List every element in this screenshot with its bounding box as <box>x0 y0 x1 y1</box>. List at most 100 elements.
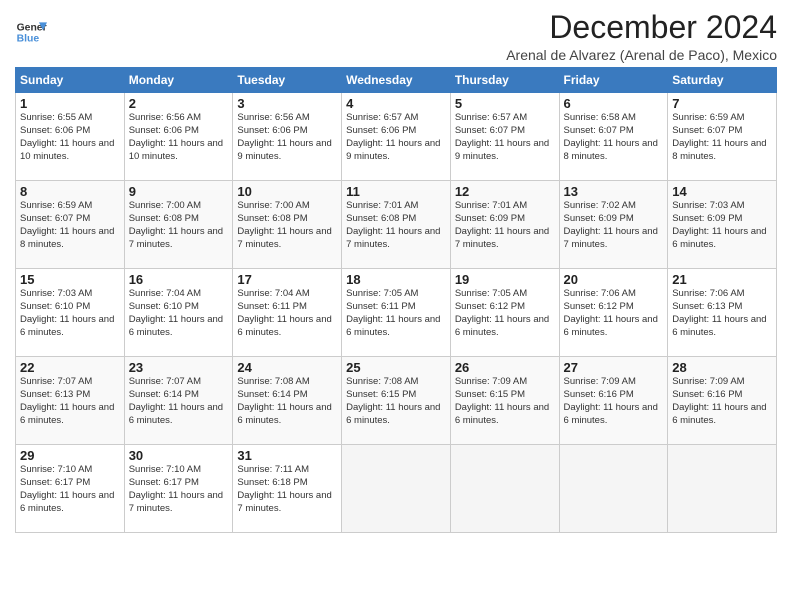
calendar-cell: 8Sunrise: 6:59 AMSunset: 6:07 PMDaylight… <box>16 181 125 269</box>
day-number: 13 <box>564 184 664 199</box>
col-header-wednesday: Wednesday <box>342 68 451 93</box>
col-header-saturday: Saturday <box>668 68 777 93</box>
cell-info: Sunrise: 7:09 AMSunset: 6:15 PMDaylight:… <box>455 376 555 427</box>
cell-info: Sunrise: 7:04 AMSunset: 6:10 PMDaylight:… <box>129 288 229 339</box>
day-number: 2 <box>129 96 229 111</box>
cell-info: Sunrise: 6:57 AMSunset: 6:07 PMDaylight:… <box>455 112 555 163</box>
cell-info: Sunrise: 7:04 AMSunset: 6:11 PMDaylight:… <box>237 288 337 339</box>
calendar-cell: 21Sunrise: 7:06 AMSunset: 6:13 PMDayligh… <box>668 269 777 357</box>
day-number: 26 <box>455 360 555 375</box>
calendar-cell: 11Sunrise: 7:01 AMSunset: 6:08 PMDayligh… <box>342 181 451 269</box>
day-number: 11 <box>346 184 446 199</box>
calendar-cell: 16Sunrise: 7:04 AMSunset: 6:10 PMDayligh… <box>124 269 233 357</box>
calendar-week-1: 1Sunrise: 6:55 AMSunset: 6:06 PMDaylight… <box>16 93 777 181</box>
cell-info: Sunrise: 7:01 AMSunset: 6:08 PMDaylight:… <box>346 200 446 251</box>
day-number: 30 <box>129 448 229 463</box>
header-row: SundayMondayTuesdayWednesdayThursdayFrid… <box>16 68 777 93</box>
calendar-cell: 1Sunrise: 6:55 AMSunset: 6:06 PMDaylight… <box>16 93 125 181</box>
calendar-cell: 17Sunrise: 7:04 AMSunset: 6:11 PMDayligh… <box>233 269 342 357</box>
day-number: 20 <box>564 272 664 287</box>
day-number: 12 <box>455 184 555 199</box>
cell-info: Sunrise: 7:08 AMSunset: 6:15 PMDaylight:… <box>346 376 446 427</box>
calendar-cell: 26Sunrise: 7:09 AMSunset: 6:15 PMDayligh… <box>450 357 559 445</box>
col-header-sunday: Sunday <box>16 68 125 93</box>
logo: General Blue <box>15 16 47 48</box>
calendar-cell: 2Sunrise: 6:56 AMSunset: 6:06 PMDaylight… <box>124 93 233 181</box>
calendar-cell <box>342 445 451 533</box>
cell-info: Sunrise: 7:03 AMSunset: 6:10 PMDaylight:… <box>20 288 120 339</box>
calendar-cell: 14Sunrise: 7:03 AMSunset: 6:09 PMDayligh… <box>668 181 777 269</box>
calendar-week-5: 29Sunrise: 7:10 AMSunset: 6:17 PMDayligh… <box>16 445 777 533</box>
calendar-cell: 20Sunrise: 7:06 AMSunset: 6:12 PMDayligh… <box>559 269 668 357</box>
cell-info: Sunrise: 7:10 AMSunset: 6:17 PMDaylight:… <box>20 464 120 515</box>
day-number: 1 <box>20 96 120 111</box>
col-header-monday: Monday <box>124 68 233 93</box>
calendar-cell: 30Sunrise: 7:10 AMSunset: 6:17 PMDayligh… <box>124 445 233 533</box>
cell-info: Sunrise: 6:55 AMSunset: 6:06 PMDaylight:… <box>20 112 120 163</box>
cell-info: Sunrise: 7:08 AMSunset: 6:14 PMDaylight:… <box>237 376 337 427</box>
day-number: 14 <box>672 184 772 199</box>
day-number: 21 <box>672 272 772 287</box>
cell-info: Sunrise: 7:05 AMSunset: 6:12 PMDaylight:… <box>455 288 555 339</box>
month-title: December 2024 <box>506 10 777 45</box>
cell-info: Sunrise: 7:06 AMSunset: 6:13 PMDaylight:… <box>672 288 772 339</box>
day-number: 25 <box>346 360 446 375</box>
day-number: 6 <box>564 96 664 111</box>
day-number: 19 <box>455 272 555 287</box>
day-number: 15 <box>20 272 120 287</box>
day-number: 16 <box>129 272 229 287</box>
calendar-cell: 6Sunrise: 6:58 AMSunset: 6:07 PMDaylight… <box>559 93 668 181</box>
calendar-cell <box>450 445 559 533</box>
location-title: Arenal de Alvarez (Arenal de Paco), Mexi… <box>506 47 777 63</box>
calendar-cell: 3Sunrise: 6:56 AMSunset: 6:06 PMDaylight… <box>233 93 342 181</box>
calendar-cell: 10Sunrise: 7:00 AMSunset: 6:08 PMDayligh… <box>233 181 342 269</box>
calendar-cell: 19Sunrise: 7:05 AMSunset: 6:12 PMDayligh… <box>450 269 559 357</box>
logo-icon: General Blue <box>15 16 47 48</box>
day-number: 9 <box>129 184 229 199</box>
calendar-cell: 22Sunrise: 7:07 AMSunset: 6:13 PMDayligh… <box>16 357 125 445</box>
calendar-cell <box>668 445 777 533</box>
cell-info: Sunrise: 7:01 AMSunset: 6:09 PMDaylight:… <box>455 200 555 251</box>
calendar-cell: 27Sunrise: 7:09 AMSunset: 6:16 PMDayligh… <box>559 357 668 445</box>
cell-info: Sunrise: 6:57 AMSunset: 6:06 PMDaylight:… <box>346 112 446 163</box>
day-number: 22 <box>20 360 120 375</box>
calendar-table: SundayMondayTuesdayWednesdayThursdayFrid… <box>15 67 777 533</box>
calendar-cell: 4Sunrise: 6:57 AMSunset: 6:06 PMDaylight… <box>342 93 451 181</box>
calendar-week-3: 15Sunrise: 7:03 AMSunset: 6:10 PMDayligh… <box>16 269 777 357</box>
calendar-cell: 24Sunrise: 7:08 AMSunset: 6:14 PMDayligh… <box>233 357 342 445</box>
cell-info: Sunrise: 7:02 AMSunset: 6:09 PMDaylight:… <box>564 200 664 251</box>
cell-info: Sunrise: 6:58 AMSunset: 6:07 PMDaylight:… <box>564 112 664 163</box>
calendar-cell: 31Sunrise: 7:11 AMSunset: 6:18 PMDayligh… <box>233 445 342 533</box>
day-number: 24 <box>237 360 337 375</box>
cell-info: Sunrise: 6:59 AMSunset: 6:07 PMDaylight:… <box>20 200 120 251</box>
calendar-cell: 7Sunrise: 6:59 AMSunset: 6:07 PMDaylight… <box>668 93 777 181</box>
col-header-thursday: Thursday <box>450 68 559 93</box>
calendar-cell: 29Sunrise: 7:10 AMSunset: 6:17 PMDayligh… <box>16 445 125 533</box>
cell-info: Sunrise: 7:06 AMSunset: 6:12 PMDaylight:… <box>564 288 664 339</box>
cell-info: Sunrise: 7:07 AMSunset: 6:14 PMDaylight:… <box>129 376 229 427</box>
day-number: 8 <box>20 184 120 199</box>
calendar-cell: 5Sunrise: 6:57 AMSunset: 6:07 PMDaylight… <box>450 93 559 181</box>
calendar-cell: 13Sunrise: 7:02 AMSunset: 6:09 PMDayligh… <box>559 181 668 269</box>
calendar-cell: 18Sunrise: 7:05 AMSunset: 6:11 PMDayligh… <box>342 269 451 357</box>
day-number: 28 <box>672 360 772 375</box>
calendar-cell: 23Sunrise: 7:07 AMSunset: 6:14 PMDayligh… <box>124 357 233 445</box>
day-number: 17 <box>237 272 337 287</box>
day-number: 23 <box>129 360 229 375</box>
col-header-friday: Friday <box>559 68 668 93</box>
cell-info: Sunrise: 7:05 AMSunset: 6:11 PMDaylight:… <box>346 288 446 339</box>
col-header-tuesday: Tuesday <box>233 68 342 93</box>
calendar-cell <box>559 445 668 533</box>
calendar-cell: 12Sunrise: 7:01 AMSunset: 6:09 PMDayligh… <box>450 181 559 269</box>
cell-info: Sunrise: 7:11 AMSunset: 6:18 PMDaylight:… <box>237 464 337 515</box>
cell-info: Sunrise: 7:09 AMSunset: 6:16 PMDaylight:… <box>672 376 772 427</box>
calendar-week-2: 8Sunrise: 6:59 AMSunset: 6:07 PMDaylight… <box>16 181 777 269</box>
page-header: General Blue December 2024 Arenal de Alv… <box>15 10 777 63</box>
calendar-cell: 15Sunrise: 7:03 AMSunset: 6:10 PMDayligh… <box>16 269 125 357</box>
cell-info: Sunrise: 7:03 AMSunset: 6:09 PMDaylight:… <box>672 200 772 251</box>
calendar-cell: 28Sunrise: 7:09 AMSunset: 6:16 PMDayligh… <box>668 357 777 445</box>
cell-info: Sunrise: 7:10 AMSunset: 6:17 PMDaylight:… <box>129 464 229 515</box>
cell-info: Sunrise: 6:56 AMSunset: 6:06 PMDaylight:… <box>237 112 337 163</box>
cell-info: Sunrise: 6:59 AMSunset: 6:07 PMDaylight:… <box>672 112 772 163</box>
cell-info: Sunrise: 7:00 AMSunset: 6:08 PMDaylight:… <box>129 200 229 251</box>
